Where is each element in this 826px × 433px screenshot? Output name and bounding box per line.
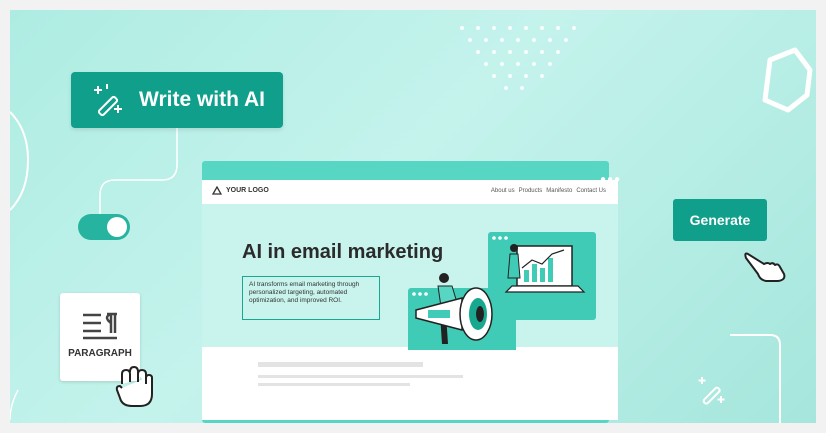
write-with-ai-label: Write with AI — [139, 88, 265, 111]
nav-products[interactable]: Products — [519, 188, 543, 194]
generate-button[interactable]: Generate — [673, 199, 767, 241]
logo-text: YOUR LOGO — [226, 187, 269, 194]
paragraph-icon — [83, 312, 117, 340]
placeholder-line — [258, 375, 463, 378]
nav-about[interactable]: About us — [491, 188, 515, 194]
mockup-hero: AI in email marketing AI transforms emai… — [202, 204, 618, 350]
mockup-blurb: AI transforms email marketing through pe… — [242, 276, 380, 320]
ai-toggle-switch[interactable] — [78, 214, 130, 240]
grab-hand-cursor-icon — [115, 366, 153, 407]
pointing-hand-cursor-icon — [744, 252, 786, 282]
sparkle-wand-icon — [698, 377, 725, 405]
website-mockup: YOUR LOGO About us Products Manifesto Co… — [202, 180, 618, 420]
mockup-header: YOUR LOGO About us Products Manifesto Co… — [202, 180, 618, 204]
magic-wand-icon — [94, 84, 122, 117]
logo-icon — [212, 186, 222, 195]
nav-contact[interactable]: Contact Us — [576, 188, 606, 194]
paragraph-label: PARAGRAPH — [68, 348, 132, 359]
nav-manifesto[interactable]: Manifesto — [546, 188, 572, 194]
write-with-ai-button[interactable]: Write with AI — [71, 72, 283, 128]
toggle-knob — [107, 217, 127, 237]
marketing-illustration — [408, 232, 596, 350]
mockup-logo: YOUR LOGO — [212, 186, 269, 195]
mockup-nav: About us Products Manifesto Contact Us — [491, 188, 606, 194]
illustration-canvas: Write with AI PARAGRAPH Generate ●●● — [10, 10, 816, 423]
placeholder-line — [258, 362, 423, 367]
placeholder-line — [258, 383, 410, 386]
